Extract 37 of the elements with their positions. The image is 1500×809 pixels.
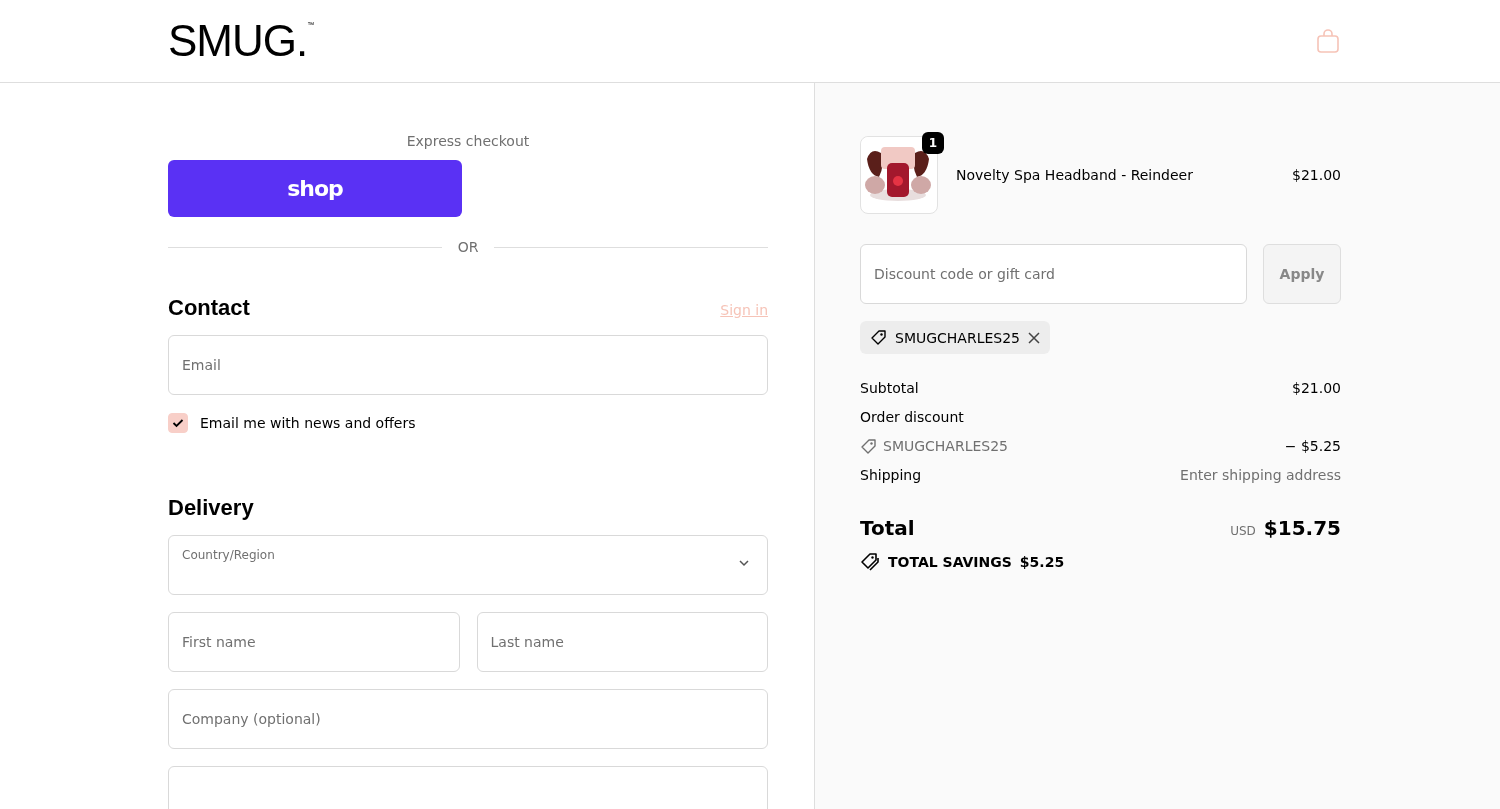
input-field[interactable]: Last name xyxy=(476,612,768,672)
savings-label: TOTAL SAVINGS xyxy=(888,553,1012,570)
savings-amount: $5.25 xyxy=(1019,553,1065,570)
discount-code: SMUGCHARLES25 xyxy=(895,329,1020,346)
summary-label: Subtotal xyxy=(860,380,919,397)
discount-code: SMUGCHARLES25 xyxy=(883,438,1008,455)
section-title: Delivery xyxy=(168,495,254,521)
section-label: Express checkout xyxy=(405,133,531,149)
total-amount: $15.75 xyxy=(1263,516,1341,540)
divider-label: OR xyxy=(457,239,479,255)
close-button[interactable] xyxy=(1028,331,1040,344)
email-field[interactable]: Email xyxy=(168,335,768,395)
summary-label: Shipping xyxy=(860,467,922,484)
summary-value: $21.00 xyxy=(1292,380,1341,397)
caret-icon xyxy=(739,560,749,567)
quantity-badge: 1 xyxy=(922,132,944,154)
checkbox[interactable] xyxy=(168,413,188,433)
summary-value: Enter shipping address xyxy=(1180,467,1341,484)
section-title: Contact xyxy=(168,295,250,321)
input-field[interactable]: First name xyxy=(168,612,460,672)
tag-icon xyxy=(870,329,887,346)
logo: SMUG. xyxy=(168,19,308,63)
country-select[interactable]: Country/Region xyxy=(168,535,768,595)
tags-icon xyxy=(860,552,880,571)
product-price: $21.00 xyxy=(1292,167,1341,183)
tag-icon xyxy=(860,438,877,455)
close-icon xyxy=(1028,331,1040,344)
checkbox-label: Email me with news and offers xyxy=(200,415,416,431)
currency-label: USD xyxy=(1230,524,1256,538)
input-field[interactable] xyxy=(168,766,768,809)
total-label: Total xyxy=(860,516,915,540)
summary-label: Order discount xyxy=(860,409,964,426)
summary-value: − $5.25 xyxy=(1284,438,1341,455)
product-name: Novelty Spa Headband - Reindeer xyxy=(956,167,1194,183)
check-icon xyxy=(172,418,184,428)
input-field[interactable]: Company (optional) xyxy=(168,689,768,749)
shop-pay-button[interactable]: shop xyxy=(168,160,462,217)
